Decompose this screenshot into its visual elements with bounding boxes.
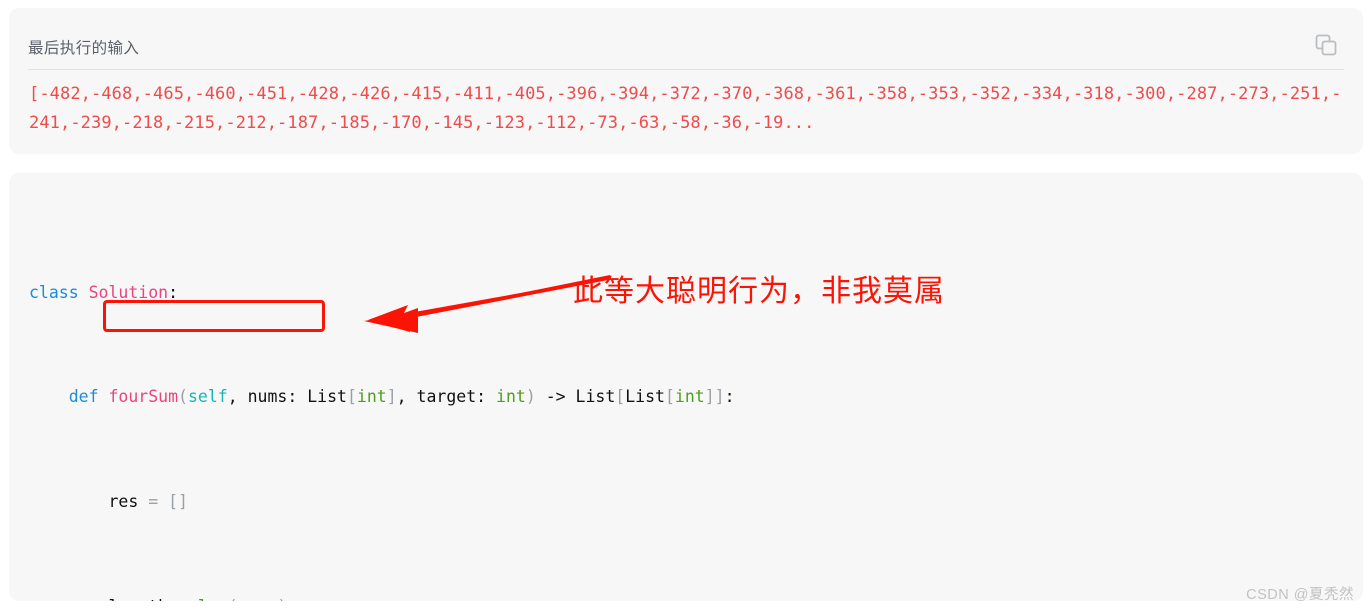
input-card-header: 最后执行的输入 [9, 8, 1363, 69]
code-line: def fourSum(self, nums: List[int], targe… [68, 387, 735, 407]
copy-icon [1315, 34, 1337, 56]
code-card: class Solution: def fourSum(self, nums: … [9, 173, 1363, 601]
code-line: res = [] [108, 492, 188, 512]
last-executed-input-card: 最后执行的输入 [-482,-468,-465,-460,-451,-428,-… [9, 8, 1363, 154]
watermark: CSDN @夏秃然 [1246, 587, 1354, 603]
copy-button[interactable] [1311, 30, 1341, 60]
input-value-text: [-482,-468,-465,-460,-451,-428,-426,-415… [29, 84, 1342, 133]
annotation-text: 此等大聪明行为，非我莫属 [573, 274, 945, 309]
code-line: length = len(nums) [29, 594, 774, 601]
code-block: class Solution: def fourSum(self, nums: … [29, 201, 774, 601]
divider [28, 69, 1344, 70]
page-title: 最后执行的输入 [28, 40, 140, 57]
